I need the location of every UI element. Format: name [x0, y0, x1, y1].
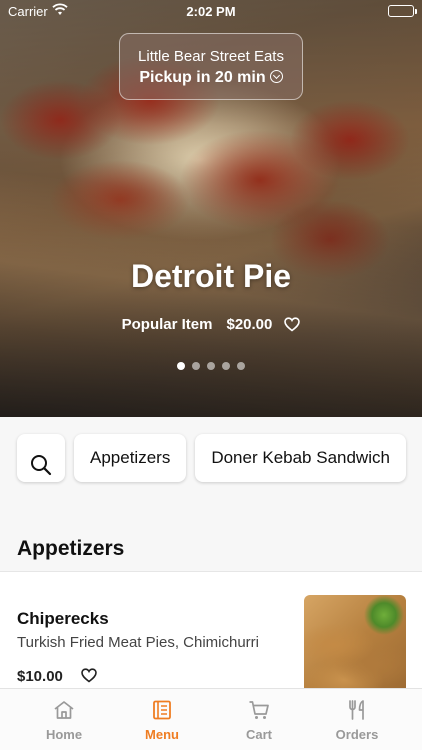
featured-title: Detroit Pie: [130, 258, 292, 294]
tab-label: Home: [45, 727, 83, 742]
fork-knife-icon: [349, 700, 364, 720]
chevron-down-icon: [269, 70, 283, 83]
menu-item-description: Turkish Fried Meat Pies, Chimichurri: [17, 634, 259, 651]
carousel-dot[interactable]: [237, 362, 245, 370]
app-screen: Carrier 2:02 PM Little Bear Street Eats …: [0, 0, 422, 750]
tab-orders[interactable]: Orders: [304, 689, 410, 750]
carousel-dot[interactable]: [207, 362, 215, 370]
menu-item-photo: [304, 595, 406, 695]
home-icon: [54, 701, 74, 719]
category-chip-doner-kebab[interactable]: Doner Kebab Sandwich: [195, 434, 406, 482]
menu-item-price: $10.00: [17, 668, 63, 685]
tab-label: Menu: [145, 727, 179, 742]
search-icon: [31, 455, 52, 476]
tab-home[interactable]: Home: [11, 689, 117, 750]
tab-label: Cart: [245, 727, 272, 742]
section-title: Appetizers: [17, 537, 125, 560]
clock: 2:02 PM: [186, 4, 236, 19]
menu-item-card[interactable]: Chiperecks Turkish Fried Meat Pies, Chim…: [0, 572, 422, 695]
battery-icon: [388, 5, 417, 17]
store-name: Little Bear Street Eats: [138, 48, 284, 65]
tab-label: Orders: [335, 727, 379, 742]
carousel-dot[interactable]: [222, 362, 230, 370]
store-pickup-selector[interactable]: Little Bear Street Eats Pickup in 20 min: [119, 33, 303, 100]
popular-badge: Popular Item: [121, 316, 213, 333]
pickup-time: Pickup in 20 min: [120, 69, 302, 87]
category-bar: Appetizers Doner Kebab Sandwich: [17, 434, 415, 482]
carousel-dot[interactable]: [192, 362, 200, 370]
menu-item-name: Chiperecks: [17, 609, 109, 628]
favorite-heart-icon[interactable]: [284, 317, 301, 336]
cart-icon: [249, 701, 269, 719]
carousel-dots[interactable]: [0, 357, 422, 375]
tab-bar: Home Menu Cart Orders: [0, 688, 422, 750]
menu-book-icon: [153, 700, 171, 720]
search-button[interactable]: [17, 434, 65, 482]
carousel-dot[interactable]: [177, 362, 185, 370]
featured-hero[interactable]: Carrier 2:02 PM Little Bear Street Eats …: [0, 0, 422, 417]
category-chip-appetizers[interactable]: Appetizers: [74, 434, 187, 482]
pickup-label: Pickup in 20 min: [139, 69, 266, 86]
status-bar: Carrier 2:02 PM: [0, 0, 422, 22]
favorite-heart-icon[interactable]: [81, 668, 97, 688]
featured-price: $20.00: [226, 316, 273, 333]
tab-menu[interactable]: Menu: [109, 689, 215, 750]
tab-cart[interactable]: Cart: [206, 689, 312, 750]
featured-meta: Popular Item $20.00: [0, 316, 422, 336]
